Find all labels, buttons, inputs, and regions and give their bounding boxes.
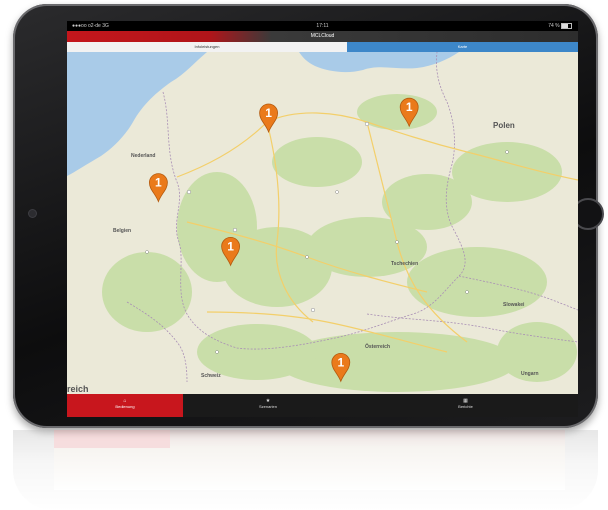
home-icon: ⌂: [123, 398, 127, 404]
map-marker-count: 1: [227, 239, 234, 253]
tab-label: Szenarien: [258, 404, 277, 409]
segment-infoleistungen[interactable]: Infoleistungen: [67, 42, 347, 52]
tab-bedienung[interactable]: ⌂ Bedienung: [67, 394, 183, 417]
status-bar: ●●●oo o2-de 3G 17:11 74 %: [67, 21, 578, 31]
battery-icon: [561, 22, 572, 29]
map-label-oesterreich: Österreich: [365, 343, 390, 350]
clock: 17:11: [316, 23, 329, 29]
reflection-tab: [54, 430, 170, 448]
tab-label: Berichte: [458, 404, 473, 409]
device-reflection: [13, 430, 598, 510]
map-label-belgien: Belgien: [113, 228, 131, 234]
map-label-niederlande: Nederland: [131, 153, 155, 159]
tab-berichte[interactable]: ▦ Berichte: [353, 394, 578, 417]
map-marker-count: 1: [406, 100, 413, 114]
battery-percent: 74 %: [548, 23, 560, 29]
map-label-ungarn: Ungarn: [521, 371, 539, 377]
map-marker-count: 1: [265, 106, 272, 120]
map-label-schweiz: Schweiz: [201, 373, 221, 379]
map-label-polen: Polen: [493, 121, 515, 130]
map-view[interactable]: Polen Nederland Belgien Tschechien Slowa…: [67, 52, 578, 394]
grid-icon: ▦: [463, 398, 468, 404]
camera-lens: [29, 210, 36, 217]
map-marker-count: 1: [337, 355, 344, 369]
map-label-slowakei: Slowakei: [503, 302, 525, 308]
map-label-tschechien: Tschechien: [391, 261, 418, 267]
tab-szenarien[interactable]: ★ Szenarien: [183, 394, 353, 417]
app-title: MCLCloud: [310, 33, 335, 39]
tablet-frame: ●●●oo o2-de 3G 17:11 74 % MCLCloud Infol…: [13, 4, 604, 428]
app-title-bar: MCLCloud: [67, 31, 578, 42]
map-marker-count: 1: [155, 176, 162, 190]
star-icon: ★: [265, 398, 271, 404]
tab-label: Bedienung: [115, 404, 135, 409]
segmented-control: Infoleistungen Karte: [67, 42, 578, 52]
tab-bar: ⌂ Bedienung ★ Szenarien ▦ Berichte: [67, 394, 578, 417]
map-label-frankreich: reich: [67, 384, 89, 394]
segment-karte[interactable]: Karte: [347, 42, 578, 52]
battery-indicator: 74 %: [548, 21, 572, 31]
app-screen: ●●●oo o2-de 3G 17:11 74 % MCLCloud Infol…: [67, 21, 578, 417]
